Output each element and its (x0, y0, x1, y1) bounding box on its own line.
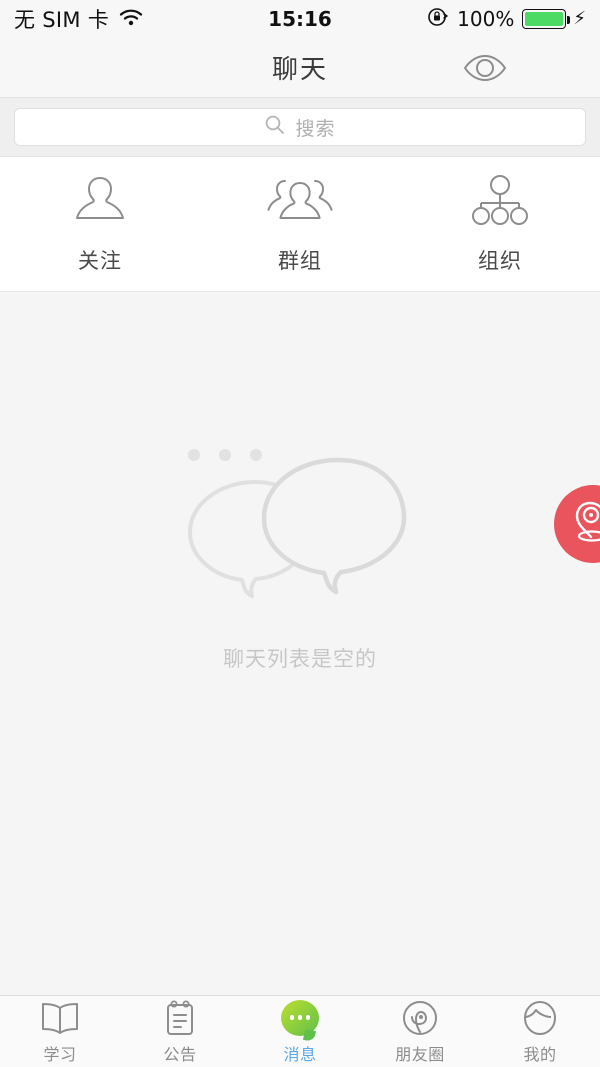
tab-label: 我的 (523, 1044, 557, 1064)
tab-messages[interactable]: 消息 (240, 996, 360, 1067)
battery-icon (522, 9, 571, 29)
tab-label: 学习 (43, 1044, 77, 1064)
status-bar-left: 无 SIM 卡 (14, 4, 144, 34)
status-bar-right: 100% ⚡ (427, 6, 586, 32)
clipboard-notice-icon (162, 999, 198, 1037)
shortcut-organization[interactable]: 组织 (400, 173, 600, 275)
profile-head-icon (520, 999, 560, 1037)
shortcut-label: 群组 (278, 249, 322, 273)
org-chart-icon (465, 173, 535, 233)
search-icon (264, 114, 286, 140)
tab-profile[interactable]: 我的 (480, 996, 600, 1067)
navigation-bar: 聊天 (0, 38, 600, 98)
carrier-label: 无 SIM 卡 (14, 8, 110, 32)
shortcut-label: 组织 (478, 249, 522, 273)
shortcuts-row: 关注 群组 组织 (0, 157, 600, 292)
app-screen: 无 SIM 卡 15:16 100% ⚡ 聊天 搜索 关注 群组 组织 聊天列表… (0, 0, 600, 1067)
page-title: 聊天 (271, 55, 328, 85)
battery-percent-label: 100% (457, 7, 515, 31)
wifi-icon (118, 7, 144, 31)
tab-bar: 学习 公告 消息 朋友圈 我的 (0, 995, 600, 1067)
moments-circle-icon (401, 999, 439, 1037)
shortcut-follow[interactable]: 关注 (0, 173, 200, 275)
search-bar-container: 搜索 (0, 98, 600, 157)
empty-state-text: 聊天列表是空的 (223, 647, 377, 671)
group-people-icon (261, 173, 339, 233)
open-book-icon (39, 999, 81, 1037)
chat-bubbles-icon (180, 442, 420, 621)
hamburger-menu-icon[interactable] (536, 55, 578, 81)
tab-label: 朋友圈 (395, 1044, 445, 1064)
tab-label: 公告 (163, 1044, 197, 1064)
message-bubble-icon (281, 999, 319, 1037)
rotation-lock-icon (427, 6, 449, 32)
tab-study[interactable]: 学习 (0, 996, 120, 1067)
tab-moments[interactable]: 朋友圈 (360, 996, 480, 1067)
navbar-actions (462, 38, 578, 97)
shortcut-groups[interactable]: 群组 (200, 173, 400, 275)
search-input[interactable]: 搜索 (14, 108, 586, 146)
chat-list-area: 聊天列表是空的 (0, 292, 600, 1010)
lightning-bolt-icon: ⚡ (573, 8, 586, 29)
status-bar: 无 SIM 卡 15:16 100% ⚡ (0, 0, 600, 38)
tab-announcements[interactable]: 公告 (120, 996, 240, 1067)
search-placeholder: 搜索 (295, 117, 336, 140)
eye-icon[interactable] (462, 52, 508, 84)
empty-state: 聊天列表是空的 (0, 442, 600, 673)
single-person-icon (68, 173, 132, 233)
location-pin-icon (570, 499, 600, 549)
shortcut-label: 关注 (78, 249, 122, 273)
tab-label: 消息 (283, 1044, 317, 1064)
